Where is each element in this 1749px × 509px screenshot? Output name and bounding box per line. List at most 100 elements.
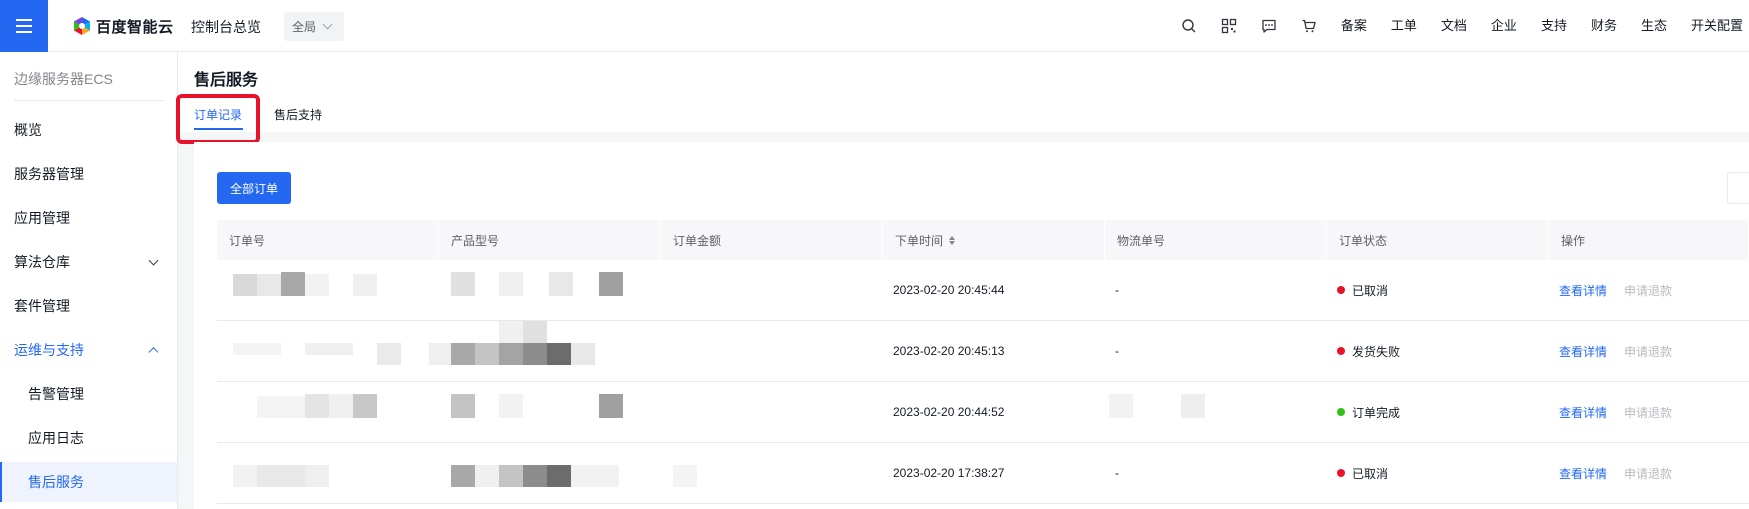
order-time: 2023-02-20 17:38:27: [893, 466, 1005, 480]
table-row: 2023-02-20 20:45:13 - 发货失败 查看详情 申请退款: [217, 321, 1749, 382]
product-model-masked: [439, 260, 661, 320]
order-time-cell: 2023-02-20 17:38:27: [883, 443, 1105, 503]
message-icon[interactable]: [1249, 0, 1289, 52]
menu-icon[interactable]: [0, 0, 48, 52]
order-status-cell: 发货失败: [1327, 321, 1549, 381]
region-select[interactable]: 全局: [284, 12, 344, 41]
order-time-cell: 2023-02-20 20:45:44: [883, 260, 1105, 320]
request-refund-link: 申请退款: [1624, 466, 1673, 481]
tracking-number-cell: -: [1105, 443, 1327, 503]
header-label: 订单状态: [1339, 233, 1388, 248]
status-dot: [1337, 347, 1345, 355]
actions-cell: 查看详情 申请退款: [1549, 260, 1749, 320]
header-order-time[interactable]: 下单时间: [883, 220, 1105, 260]
chevron-down-icon: [322, 19, 333, 30]
qrcode-icon[interactable]: [1209, 0, 1249, 52]
page-title: 售后服务: [194, 72, 259, 89]
sidebar-item-label: 运维与支持: [14, 342, 84, 358]
sidebar-product-title: 边缘服务器ECS: [14, 71, 113, 87]
order-time: 2023-02-20 20:45:13: [893, 344, 1005, 358]
sidebar-divider: [14, 100, 164, 101]
actions-cell: 查看详情 申请退款: [1549, 321, 1749, 381]
view-details-link[interactable]: 查看详情: [1559, 465, 1607, 482]
sidebar-item-label: 套件管理: [14, 298, 70, 314]
refresh-button[interactable]: [1727, 172, 1749, 204]
header-label: 物流单号: [1117, 233, 1166, 248]
sidebar-item-alert-management[interactable]: 告警管理: [0, 374, 177, 414]
status-dot: [1337, 286, 1345, 294]
cloud-logo-icon: [74, 17, 90, 35]
actions-cell: 查看详情 申请退款: [1549, 382, 1749, 442]
view-details-link[interactable]: 查看详情: [1559, 282, 1607, 299]
highlight-annotation-box: [176, 94, 260, 144]
tracking-number-cell: [1105, 382, 1327, 442]
orders-card: 全部订单 订单号 产品型号 订单金额 下单时间 物流单号 订单状态 操作 202…: [194, 142, 1749, 509]
nav-beian[interactable]: 备案: [1329, 0, 1379, 52]
header-order-status: 订单状态: [1327, 220, 1549, 260]
sidebar-item-algorithm-repo[interactable]: 算法仓库: [0, 242, 177, 282]
order-time-cell: 2023-02-20 20:44:52: [883, 382, 1105, 442]
request-refund-link: 申请退款: [1624, 344, 1673, 359]
request-refund-link: 申请退款: [1624, 405, 1673, 420]
page-header: 售后服务 订单记录 售后支持: [176, 52, 1749, 144]
nav-support[interactable]: 支持: [1529, 0, 1579, 52]
sidebar-item-label: 服务器管理: [14, 166, 84, 182]
header-label: 订单金额: [673, 233, 722, 248]
tracking-number: -: [1115, 344, 1119, 358]
sidebar-item-ops-support[interactable]: 运维与支持: [0, 330, 177, 370]
order-time-cell: 2023-02-20 20:45:13: [883, 321, 1105, 381]
order-status: 订单完成: [1352, 405, 1401, 420]
nav-finance[interactable]: 财务: [1579, 0, 1629, 52]
table-row: 2023-02-20 17:38:27 - 已取消 查看详情 申请退款: [217, 443, 1749, 504]
brand-name: 百度智能云: [96, 18, 174, 36]
header-label: 订单号: [229, 233, 266, 248]
top-nav: 备案 工单 文档 企业 支持 财务 生态 开关配置: [1169, 0, 1749, 52]
nav-enterprise[interactable]: 企业: [1479, 0, 1529, 52]
search-icon[interactable]: [1169, 0, 1209, 52]
sidebar-item-overview[interactable]: 概览: [0, 110, 177, 150]
order-status: 发货失败: [1352, 344, 1401, 359]
sidebar-item-app-logs[interactable]: 应用日志: [0, 418, 177, 458]
sidebar-item-after-sales[interactable]: 售后服务: [0, 462, 177, 502]
order-number-masked: [217, 321, 439, 381]
tab-after-sales-support[interactable]: 售后支持: [274, 106, 322, 123]
header-label: 操作: [1561, 233, 1586, 248]
order-amount-cell: [661, 260, 883, 320]
header-label: 产品型号: [451, 233, 500, 248]
nav-docs[interactable]: 文档: [1429, 0, 1479, 52]
sidebar-item-app-management[interactable]: 应用管理: [0, 198, 177, 238]
order-number-masked: [217, 382, 439, 442]
sort-icon[interactable]: [949, 235, 956, 245]
brand-logo[interactable]: 百度智能云: [72, 16, 174, 36]
order-amount-cell: [661, 443, 883, 503]
table-header: 订单号 产品型号 订单金额 下单时间 物流单号 订单状态 操作: [217, 220, 1749, 260]
order-time: 2023-02-20 20:44:52: [893, 405, 1005, 419]
view-details-link[interactable]: 查看详情: [1559, 343, 1607, 360]
all-orders-button[interactable]: 全部订单: [217, 172, 291, 204]
product-model-masked: [439, 443, 661, 503]
order-time: 2023-02-20 20:45:44: [893, 283, 1005, 297]
sidebar-item-server-management[interactable]: 服务器管理: [0, 154, 177, 194]
sidebar-item-label: 应用日志: [28, 430, 84, 446]
order-amount-cell: [661, 321, 883, 381]
order-status-cell: 已取消: [1327, 260, 1549, 320]
tracking-number: -: [1115, 466, 1119, 480]
product-model-masked: [429, 321, 661, 381]
view-details-link[interactable]: 查看详情: [1559, 404, 1607, 421]
nav-switch-config[interactable]: 开关配置: [1679, 0, 1749, 52]
order-amount-cell: [661, 382, 883, 442]
nav-ecosystem[interactable]: 生态: [1629, 0, 1679, 52]
sidebar-item-label: 告警管理: [28, 386, 84, 402]
console-overview-link[interactable]: 控制台总览: [191, 17, 261, 37]
header-tracking-number: 物流单号: [1105, 220, 1327, 260]
sidebar-item-label: 算法仓库: [14, 254, 70, 270]
cart-icon[interactable]: [1289, 0, 1329, 52]
tracking-number-cell: -: [1105, 321, 1327, 381]
sidebar-item-suite-management[interactable]: 套件管理: [0, 286, 177, 326]
nav-ticket[interactable]: 工单: [1379, 0, 1429, 52]
order-status: 已取消: [1352, 466, 1389, 481]
region-label: 全局: [292, 20, 317, 34]
order-status-cell: 已取消: [1327, 443, 1549, 503]
orders-table: 订单号 产品型号 订单金额 下单时间 物流单号 订单状态 操作 2023-02-…: [217, 220, 1749, 504]
request-refund-link: 申请退款: [1624, 283, 1673, 298]
